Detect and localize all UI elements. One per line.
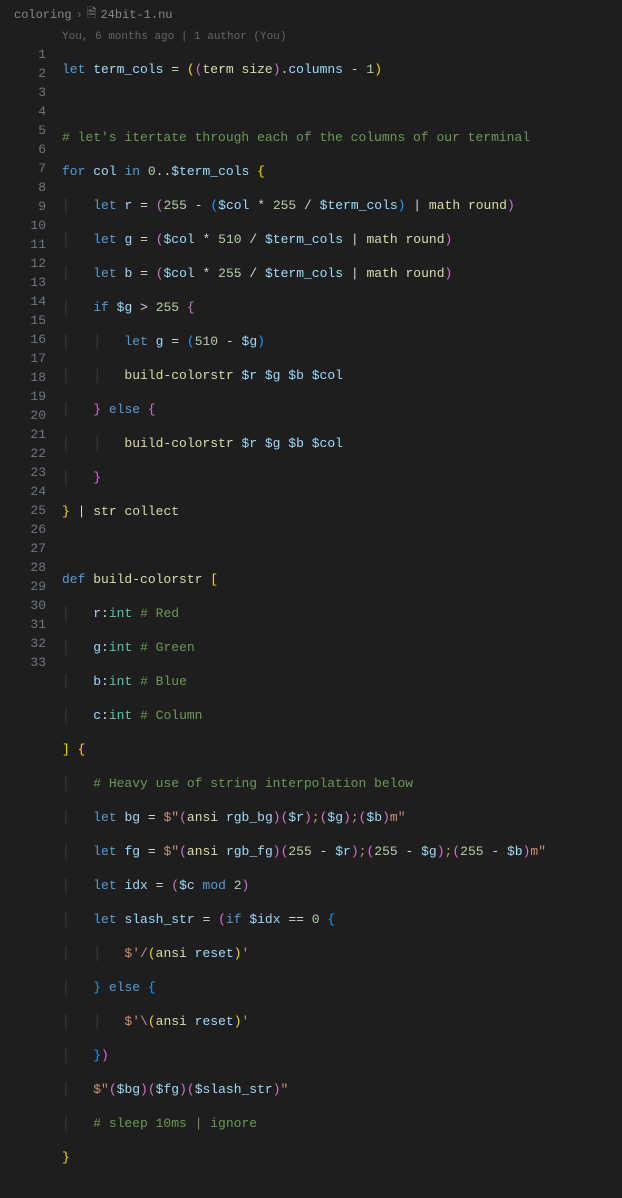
breadcrumb-folder[interactable]: coloring: [14, 8, 72, 22]
chevron-right-icon: ›: [76, 8, 83, 22]
line-number-gutter: 1234567891011121314151617181920212223242…: [0, 45, 62, 1197]
breadcrumb-file[interactable]: 24bit-1.nu: [100, 8, 172, 22]
code-editor[interactable]: 1234567891011121314151617181920212223242…: [0, 45, 622, 1197]
git-blame-annotation: You, 6 months ago | 1 author (You): [0, 29, 622, 45]
breadcrumb[interactable]: coloring › 🗎 24bit-1.nu: [0, 0, 622, 29]
file-icon: 🗎: [87, 4, 97, 25]
code-content[interactable]: let term_cols = ((term size).columns - 1…: [62, 45, 622, 1197]
